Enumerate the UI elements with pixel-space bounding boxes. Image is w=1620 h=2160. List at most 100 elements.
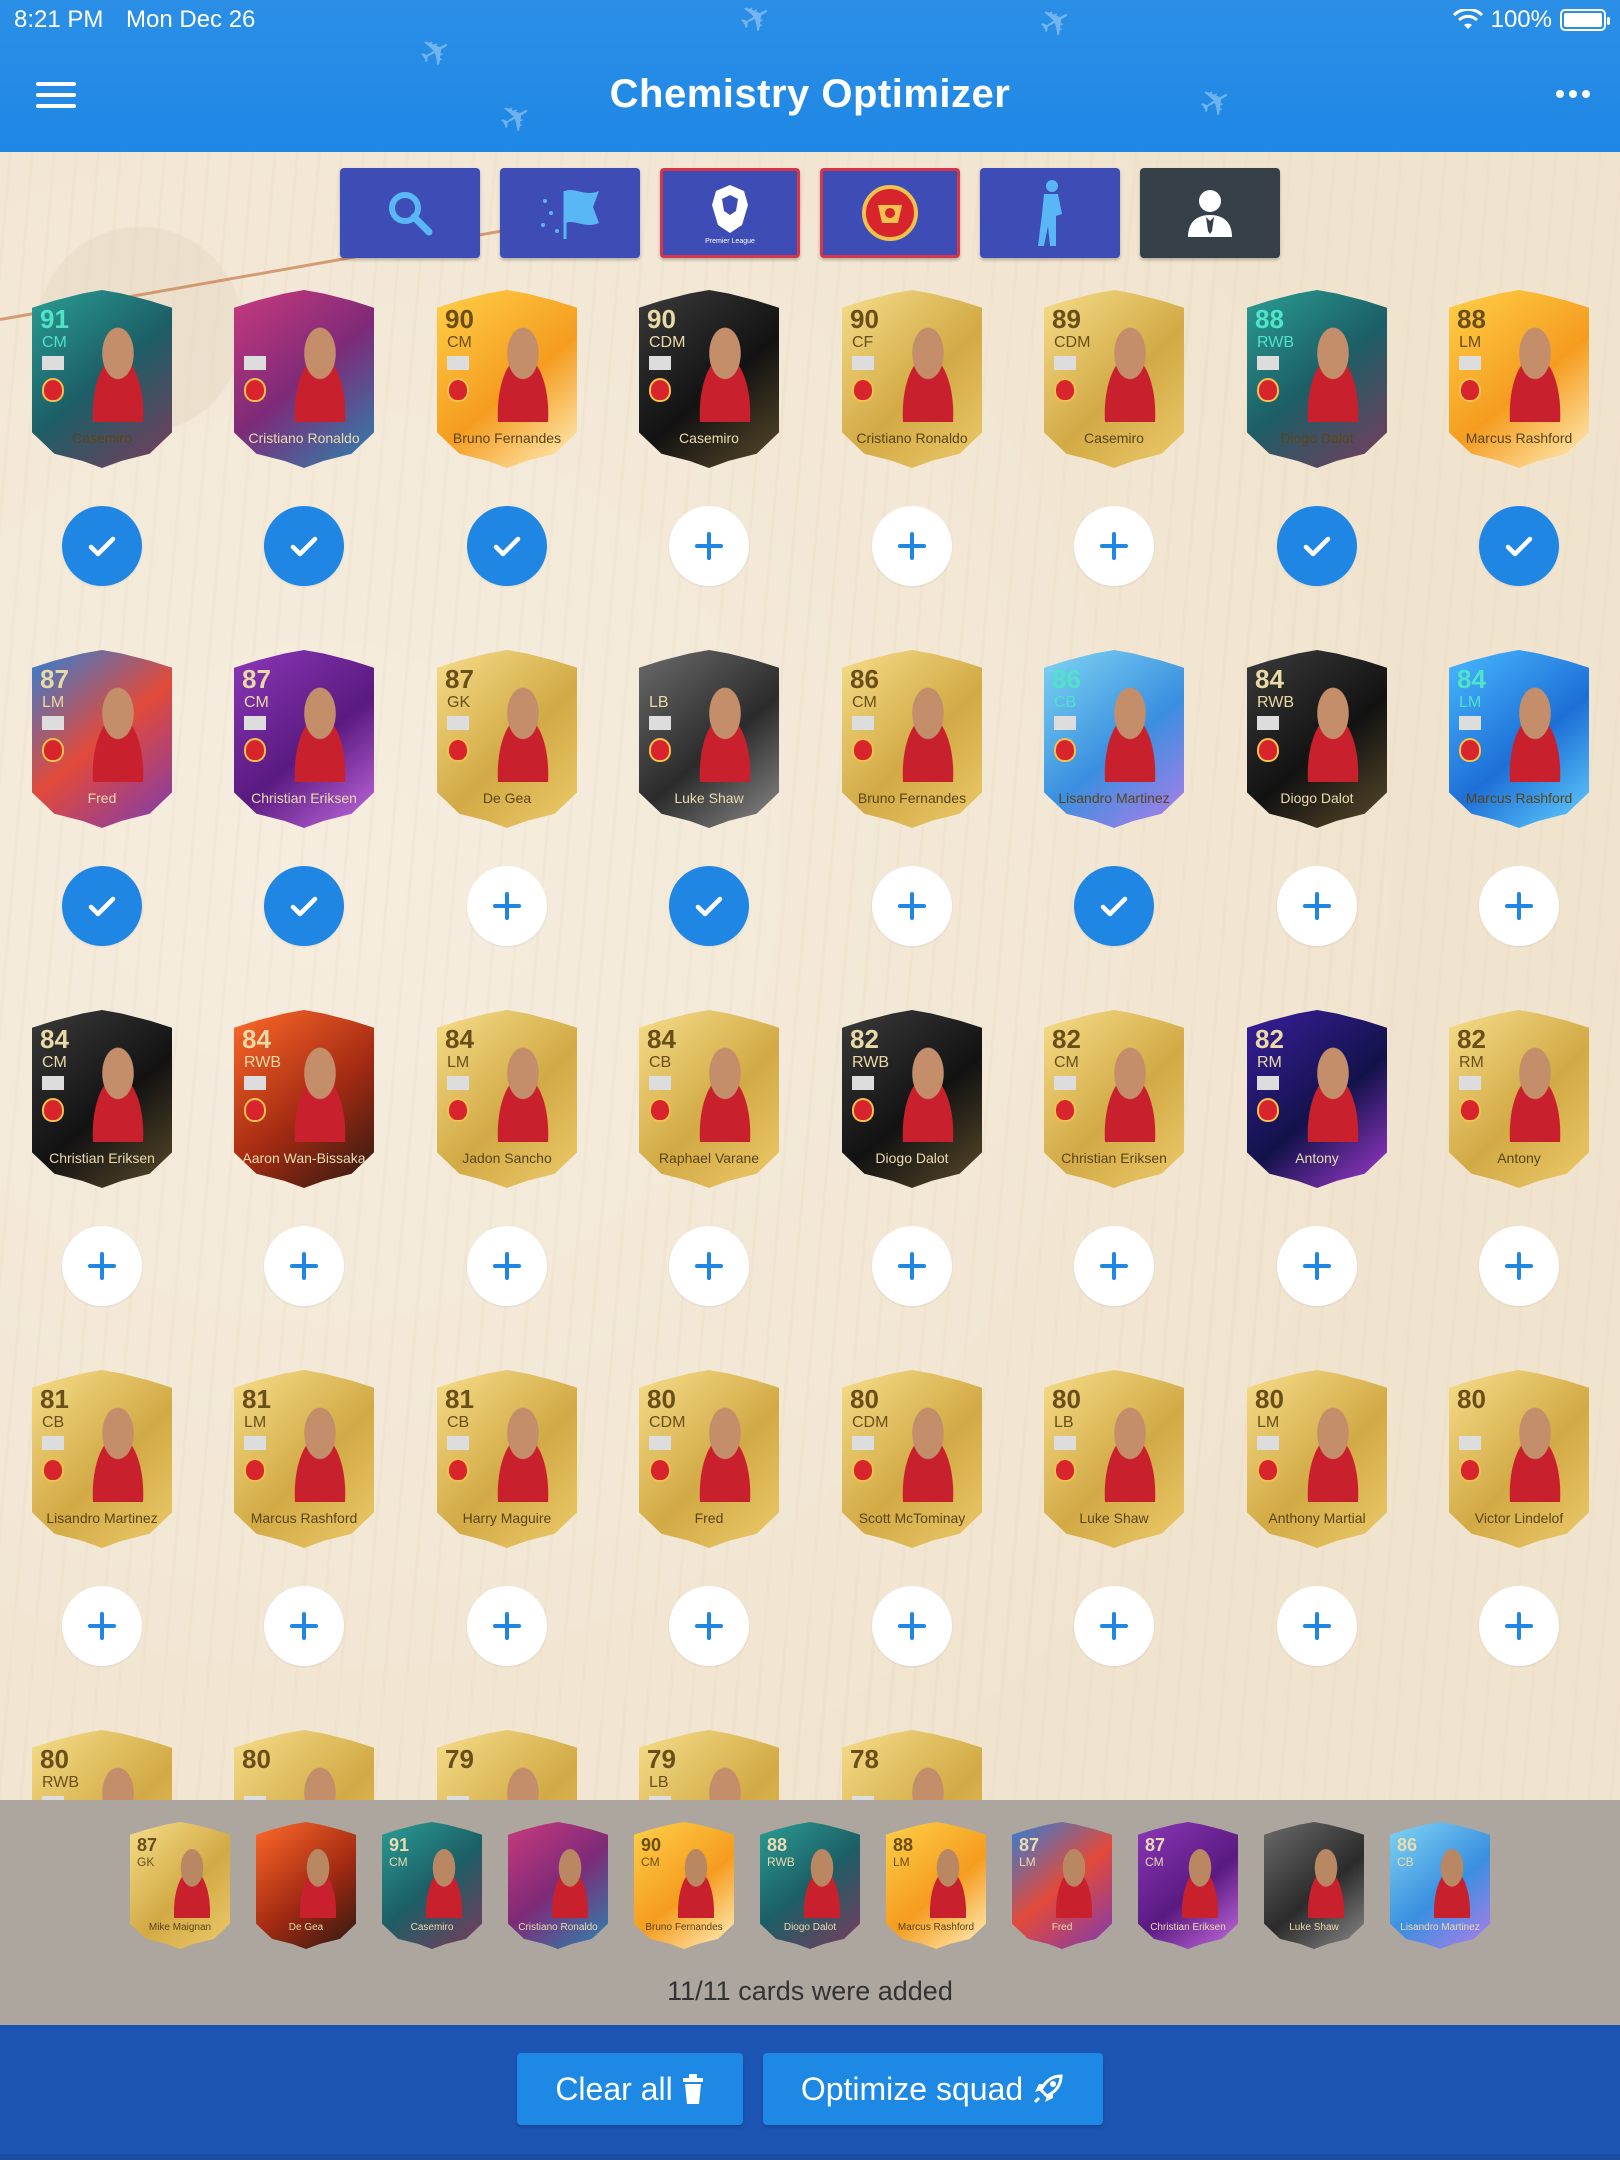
league-filter-button[interactable]: Premier League bbox=[660, 168, 800, 258]
player-card[interactable]: 87 GK De Gea bbox=[437, 650, 577, 828]
player-card[interactable]: 87 LM Fred bbox=[32, 650, 172, 828]
player-card[interactable]: 87 CM Christian Eriksen bbox=[234, 650, 374, 828]
player-card[interactable]: 84 CM Christian Eriksen bbox=[32, 1010, 172, 1188]
player-card[interactable]: 79 bbox=[437, 1730, 577, 1800]
tray-player-card[interactable]: 87 GK Mike Maignan bbox=[130, 1822, 230, 1949]
add-card-button[interactable] bbox=[467, 1586, 547, 1666]
tray-player-card[interactable]: 90 CM Bruno Fernandes bbox=[634, 1822, 734, 1949]
player-card[interactable]: 80 LM Anthony Martial bbox=[1247, 1370, 1387, 1548]
tray-player-card[interactable]: Luke Shaw bbox=[1264, 1822, 1364, 1949]
player-card[interactable]: 84 RWB Aaron Wan-Bissaka bbox=[234, 1010, 374, 1188]
player-card[interactable]: 86 CB Lisandro Martinez bbox=[1044, 650, 1184, 828]
player-card[interactable]: 90 CM Bruno Fernandes bbox=[437, 290, 577, 468]
player-card[interactable]: LB Luke Shaw bbox=[639, 650, 779, 828]
add-card-button[interactable] bbox=[467, 866, 547, 946]
player-card[interactable]: 84 LM Jadon Sancho bbox=[437, 1010, 577, 1188]
card-position: GK bbox=[447, 694, 471, 711]
player-card[interactable]: 82 RM Antony bbox=[1247, 1010, 1387, 1188]
tray-player-card[interactable]: 87 LM Fred bbox=[1012, 1822, 1112, 1949]
add-card-button[interactable] bbox=[1074, 1586, 1154, 1666]
optimize-squad-button[interactable]: Optimize squad bbox=[763, 2053, 1103, 2125]
add-card-button[interactable] bbox=[872, 506, 952, 586]
remove-card-button[interactable] bbox=[264, 866, 344, 946]
add-card-button[interactable] bbox=[264, 1586, 344, 1666]
add-card-button[interactable] bbox=[1479, 1586, 1559, 1666]
player-portrait bbox=[1291, 1398, 1375, 1502]
player-card[interactable]: 80 RWB bbox=[32, 1730, 172, 1800]
tray-player-card[interactable]: 91 CM Casemiro bbox=[382, 1822, 482, 1949]
add-card-button[interactable] bbox=[872, 1226, 952, 1306]
remove-card-button[interactable] bbox=[62, 866, 142, 946]
player-card[interactable]: 86 CM Bruno Fernandes bbox=[842, 650, 982, 828]
remove-card-button[interactable] bbox=[1277, 506, 1357, 586]
position-filter-button[interactable] bbox=[980, 168, 1120, 258]
add-card-button[interactable] bbox=[872, 866, 952, 946]
player-card[interactable]: 78 bbox=[842, 1730, 982, 1800]
player-card[interactable]: 81 CB Lisandro Martinez bbox=[32, 1370, 172, 1548]
card-rating: 84 bbox=[647, 1024, 676, 1054]
card-position: LM bbox=[1459, 694, 1482, 711]
tray-player-card[interactable]: Cristiano Ronaldo bbox=[508, 1822, 608, 1949]
tray-player-card[interactable]: 88 RWB Diogo Dalot bbox=[760, 1822, 860, 1949]
remove-card-button[interactable] bbox=[1479, 506, 1559, 586]
tray-player-portrait bbox=[792, 1842, 852, 1918]
remove-card-button[interactable] bbox=[62, 506, 142, 586]
plus-icon bbox=[493, 1612, 521, 1640]
more-options-icon[interactable] bbox=[1556, 90, 1590, 98]
club-filter-button[interactable] bbox=[820, 168, 960, 258]
add-card-button[interactable] bbox=[1277, 1586, 1357, 1666]
player-card[interactable]: 79 LB bbox=[639, 1730, 779, 1800]
player-card[interactable]: 91 CM Casemiro bbox=[32, 290, 172, 468]
nation-filter-button[interactable] bbox=[500, 168, 640, 258]
tray-player-card[interactable]: 88 LM Marcus Rashford bbox=[886, 1822, 986, 1949]
card-position: CB bbox=[447, 1414, 470, 1431]
add-card-button[interactable] bbox=[1277, 1226, 1357, 1306]
clear-all-button[interactable]: Clear all bbox=[517, 2053, 743, 2125]
tray-player-card[interactable]: 86 CB Lisandro Martinez bbox=[1390, 1822, 1490, 1949]
tray-player-card[interactable]: 87 CM Christian Eriksen bbox=[1138, 1822, 1238, 1949]
player-card[interactable]: 84 RWB Diogo Dalot bbox=[1247, 650, 1387, 828]
remove-card-button[interactable] bbox=[264, 506, 344, 586]
player-card[interactable]: 82 CM Christian Eriksen bbox=[1044, 1010, 1184, 1188]
player-card[interactable]: 90 CF Cristiano Ronaldo bbox=[842, 290, 982, 468]
add-card-button[interactable] bbox=[669, 506, 749, 586]
tray-player-portrait bbox=[414, 1842, 474, 1918]
add-card-button[interactable] bbox=[62, 1586, 142, 1666]
add-card-button[interactable] bbox=[1479, 1226, 1559, 1306]
club-badge-icon bbox=[852, 738, 874, 762]
player-card[interactable]: 80 LB Luke Shaw bbox=[1044, 1370, 1184, 1548]
player-card[interactable]: 84 CB Raphael Varane bbox=[639, 1010, 779, 1188]
add-card-button[interactable] bbox=[669, 1586, 749, 1666]
player-card[interactable]: Cristiano Ronaldo bbox=[234, 290, 374, 468]
tray-player-card[interactable]: De Gea bbox=[256, 1822, 356, 1949]
manager-filter-button[interactable] bbox=[1140, 168, 1280, 258]
add-card-button[interactable] bbox=[1277, 866, 1357, 946]
player-card[interactable]: 84 LM Marcus Rashford bbox=[1449, 650, 1589, 828]
add-card-button[interactable] bbox=[872, 1586, 952, 1666]
tray-card-name: De Gea bbox=[288, 1922, 324, 1933]
player-card[interactable]: 82 RM Antony bbox=[1449, 1010, 1589, 1188]
add-card-button[interactable] bbox=[1479, 866, 1559, 946]
add-card-button[interactable] bbox=[1074, 1226, 1154, 1306]
remove-card-button[interactable] bbox=[1074, 866, 1154, 946]
player-card[interactable]: 89 CDM Casemiro bbox=[1044, 290, 1184, 468]
player-card[interactable]: 80 Victor Lindelof bbox=[1449, 1370, 1589, 1548]
add-card-button[interactable] bbox=[1074, 506, 1154, 586]
player-card[interactable]: 80 CDM Scott McTominay bbox=[842, 1370, 982, 1548]
add-card-button[interactable] bbox=[669, 1226, 749, 1306]
add-card-button[interactable] bbox=[62, 1226, 142, 1306]
player-card[interactable]: 81 CB Harry Maguire bbox=[437, 1370, 577, 1548]
player-card[interactable]: 81 LM Marcus Rashford bbox=[234, 1370, 374, 1548]
player-card[interactable]: 88 LM Marcus Rashford bbox=[1449, 290, 1589, 468]
player-card[interactable]: 90 CDM Casemiro bbox=[639, 290, 779, 468]
search-filter-button[interactable] bbox=[340, 168, 480, 258]
add-card-button[interactable] bbox=[467, 1226, 547, 1306]
remove-card-button[interactable] bbox=[669, 866, 749, 946]
player-card[interactable]: 80 CDM Fred bbox=[639, 1370, 779, 1548]
player-card[interactable]: 82 RWB Diogo Dalot bbox=[842, 1010, 982, 1188]
player-card[interactable]: 80 bbox=[234, 1730, 374, 1800]
remove-card-button[interactable] bbox=[467, 506, 547, 586]
tray-card-rating: 86 bbox=[1397, 1835, 1418, 1855]
add-card-button[interactable] bbox=[264, 1226, 344, 1306]
player-card[interactable]: 88 RWB Diogo Dalot bbox=[1247, 290, 1387, 468]
